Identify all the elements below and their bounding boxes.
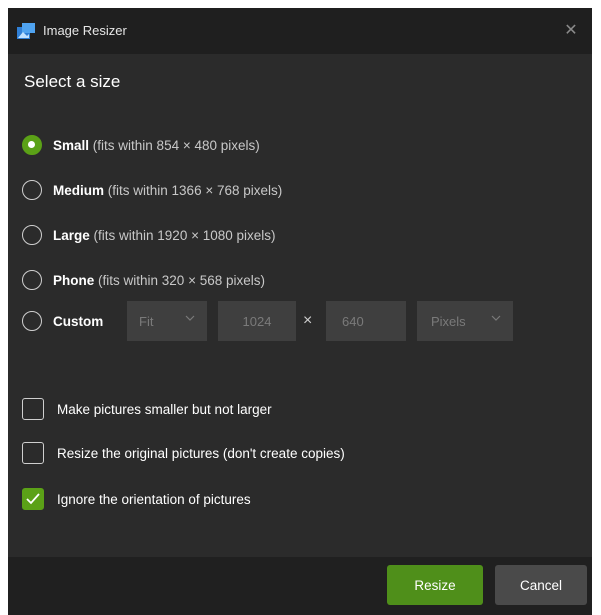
option-label: Resize the original pictures (don't crea… [57,445,345,461]
checkbox[interactable] [22,488,44,510]
size-option-large[interactable]: Large (fits within 1920 × 1080 pixels) [22,221,276,249]
radio-large[interactable] [22,225,42,245]
close-icon[interactable]: ✕ [560,20,582,42]
fit-mode-dropdown[interactable]: Fit [127,301,207,341]
width-input[interactable]: 1024 [218,301,296,341]
times-sign: × [303,312,313,329]
radio-custom[interactable] [22,311,42,331]
size-option-phone[interactable]: Phone (fits within 320 × 568 pixels) [22,266,265,294]
height-value: 640 [342,313,364,329]
size-option-label: Medium (fits within 1366 × 768 pixels) [53,182,283,198]
chevron-down-icon [491,315,501,321]
fit-mode-value: Fit [139,313,154,329]
chevron-down-icon [185,315,195,321]
window-title: Image Resizer [43,23,127,38]
size-option-label: Phone (fits within 320 × 568 pixels) [53,272,265,288]
section-heading: Select a size [24,72,121,91]
cancel-button[interactable]: Cancel [495,565,587,605]
radio-small[interactable] [22,135,42,155]
option-label: Ignore the orientation of pictures [57,491,251,507]
size-option-label: Custom [53,313,104,329]
size-option-label: Large (fits within 1920 × 1080 pixels) [53,227,276,243]
radio-medium[interactable] [22,180,42,200]
option-smaller-only[interactable]: Make pictures smaller but not larger [22,396,272,422]
unit-dropdown[interactable]: Pixels [417,301,513,341]
size-option-label: Small (fits within 854 × 480 pixels) [53,137,260,153]
checkmark-icon [26,493,40,505]
height-input[interactable]: 640 [326,301,406,341]
radio-phone[interactable] [22,270,42,290]
size-option-small[interactable]: Small (fits within 854 × 480 pixels) [22,131,260,159]
resize-button[interactable]: Resize [387,565,483,605]
option-ignore-orientation[interactable]: Ignore the orientation of pictures [22,486,251,512]
checkbox[interactable] [22,398,44,420]
checkbox[interactable] [22,442,44,464]
unit-value: Pixels [431,313,466,329]
image-resizer-icon [17,23,35,39]
size-option-custom[interactable]: Custom [22,307,103,335]
size-option-medium[interactable]: Medium (fits within 1366 × 768 pixels) [22,176,282,204]
width-value: 1024 [242,313,272,329]
option-resize-originals[interactable]: Resize the original pictures (don't crea… [22,440,345,466]
title-bar: Image Resizer ✕ [8,8,592,54]
image-resizer-window: Image Resizer ✕ Select a size Small (fit… [8,8,592,615]
option-label: Make pictures smaller but not larger [57,401,272,417]
